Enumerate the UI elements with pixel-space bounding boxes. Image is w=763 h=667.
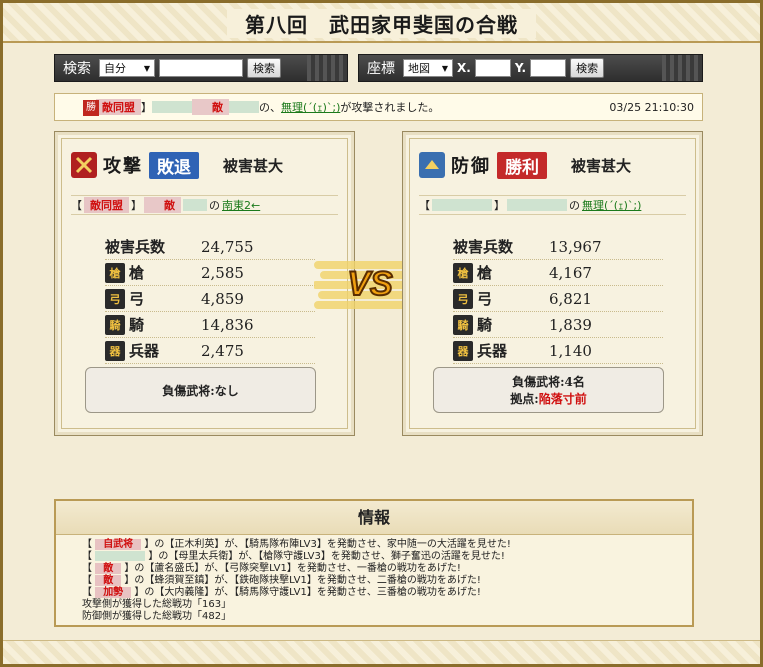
info-log: 【 自武将 】の【正木利英】が、【騎馬隊布陣LV3】を発動させ、家中随一の大活躍… [56, 535, 692, 623]
map-select[interactable]: 地図 ▼ [403, 59, 453, 77]
enemy-player-label: 敵 [192, 99, 229, 115]
y-label: Y. [514, 61, 527, 75]
blurred-name [432, 199, 492, 211]
map-select-value: 地図 [408, 62, 430, 75]
attack-siege-row: 器兵器 2,475 [105, 338, 315, 364]
defense-siege-row: 器兵器 1,140 [453, 338, 663, 364]
defense-result-badge: 勝利 [497, 151, 547, 179]
attack-injured-box: 負傷武将:なし [85, 367, 316, 413]
bar-decoration [662, 55, 702, 81]
search-label: 検索 [63, 61, 91, 77]
attack-total-row: 被害兵数 24,755 [105, 234, 315, 260]
blurred-name [152, 101, 192, 113]
enemy-alliance-label: 敵同盟 [96, 99, 141, 115]
coordinate-bar: 座標 地図 ▼ X. Y. 検索 [358, 54, 703, 82]
defense-cavalry-row: 騎騎 1,839 [453, 312, 663, 338]
defense-damage-label: 被害甚大 [571, 156, 632, 175]
attacker-location-link[interactable]: 南東2← [222, 197, 260, 213]
horse-icon: 騎 [453, 314, 473, 335]
notice-timestamp: 03/25 21:10:30 [609, 100, 694, 114]
vs-text: VS [347, 265, 393, 303]
attack-cavalry-row: 騎騎 14,836 [105, 312, 315, 338]
y-coordinate-input[interactable] [530, 59, 567, 77]
defense-header: 防御 勝利 被害甚大 [419, 150, 631, 180]
attacker-line: 【 敵同盟 】 敵 の 南東2← [71, 195, 338, 215]
crossed-swords-icon [71, 152, 97, 178]
x-label: X. [457, 61, 471, 75]
defender-location-link[interactable]: 無理(´(ｪ)`;) [582, 197, 641, 213]
base-fall-status: 陥落寸前 [538, 392, 587, 406]
coords-label: 座標 [367, 61, 395, 77]
log-line: 【 】の【母里太兵衛】が、【槍隊守護LV3】を発動させ、獅子奮迅の活躍を見せた! [82, 551, 505, 562]
attack-bow-row: 弓弓 4,859 [105, 286, 315, 312]
blurred-name [183, 199, 207, 211]
info-title: 情報 [56, 501, 692, 535]
defense-role-label: 防御 [451, 156, 491, 177]
attack-panel: 攻撃 敗退 被害甚大 【 敵同盟 】 敵 の 南東2← 被害兵数 24,755 … [54, 131, 355, 436]
log-line: 【 敵 】の【蜂須賀至鎮】が、【鉄砲隊挟撃LV1】を発動させ、二番槍の戦功をあげ… [82, 575, 481, 586]
attack-role-label: 攻撃 [103, 156, 143, 177]
attack-header: 攻撃 敗退 被害甚大 [71, 150, 283, 180]
footer-decoration [3, 640, 760, 664]
info-panel: 情報 【 自武将 】の【正木利英】が、【騎馬隊布陣LV3】を発動させ、家中随一の… [54, 499, 694, 627]
log-line: 【 加勢 】の【大内義隆】が、【騎馬隊守護LV1】を発動させ、三番槍の戦功をあげ… [82, 587, 481, 598]
bow-icon: 弓 [453, 288, 473, 309]
siege-weapon-icon: 器 [453, 340, 473, 361]
search-bar: 検索 自分 ▼ 検索 [54, 54, 348, 82]
spear-icon: 槍 [453, 262, 473, 283]
log-line: 【 自武将 】の【正木利英】が、【騎馬隊布陣LV3】を発動させ、家中随一の大活躍… [82, 539, 511, 550]
shield-fort-icon [419, 152, 445, 178]
defense-panel: 防御 勝利 被害甚大 【 】 の 無理(´(ｪ)`;) 被害兵数 13,967 … [402, 131, 703, 436]
log-line: 【 敵 】の【蘆名盛氏】が、【弓隊突撃LV1】を発動させ、一番槍の戦功をあげた! [82, 563, 461, 574]
search-scope-value: 自分 [104, 62, 126, 75]
defense-injured-box: 負傷武将:4名 拠点:陥落寸前 [433, 367, 664, 413]
defender-line: 【 】 の 無理(´(ｪ)`;) [419, 195, 686, 215]
search-scope-select[interactable]: 自分 ▼ [99, 59, 155, 77]
siege-weapon-icon: 器 [105, 340, 125, 361]
attack-spear-row: 槍槍 2,585 [105, 260, 315, 286]
horse-icon: 騎 [105, 314, 125, 335]
victory-badge-icon: 勝 [83, 100, 99, 116]
bow-icon: 弓 [105, 288, 125, 309]
blurred-name [229, 101, 259, 113]
spear-icon: 槍 [105, 262, 125, 283]
chevron-down-icon: ▼ [441, 63, 448, 73]
attack-result-badge: 敗退 [149, 151, 199, 179]
attack-losses: 被害兵数 24,755 槍槍 2,585 弓弓 4,859 騎騎 14,836 … [105, 234, 315, 364]
defense-total-row: 被害兵数 13,967 [453, 234, 663, 260]
blurred-name [507, 199, 567, 211]
attack-damage-label: 被害甚大 [223, 156, 284, 175]
defense-losses: 被害兵数 13,967 槍槍 4,167 弓弓 6,821 騎騎 1,839 器… [453, 234, 663, 364]
attacker-player: 敵 [144, 197, 181, 213]
defense-bow-row: 弓弓 6,821 [453, 286, 663, 312]
log-line: 攻撃側が獲得した総戦功「163」 [82, 599, 232, 610]
attacker-alliance: 敵同盟 [84, 197, 129, 213]
title-bar: 第八回 武田家甲斐国の合戦 [3, 3, 760, 43]
battle-notice: 勝 【 敵同盟 】 敵 の、 無理(´(ｪ)`;) が攻撃されました。 03/2… [54, 93, 703, 121]
chevron-down-icon: ▼ [143, 63, 150, 73]
page-title: 第八回 武田家甲斐国の合戦 [227, 9, 536, 38]
coords-search-button[interactable]: 検索 [570, 58, 605, 78]
defense-spear-row: 槍槍 4,167 [453, 260, 663, 286]
bar-decoration [307, 55, 347, 81]
target-village-link[interactable]: 無理(´(ｪ)`;) [281, 99, 340, 115]
x-coordinate-input[interactable] [474, 59, 511, 77]
search-button[interactable]: 検索 [247, 58, 281, 78]
log-line: 防御側が獲得した総戦功「482」 [82, 611, 232, 622]
search-input[interactable] [159, 59, 243, 77]
